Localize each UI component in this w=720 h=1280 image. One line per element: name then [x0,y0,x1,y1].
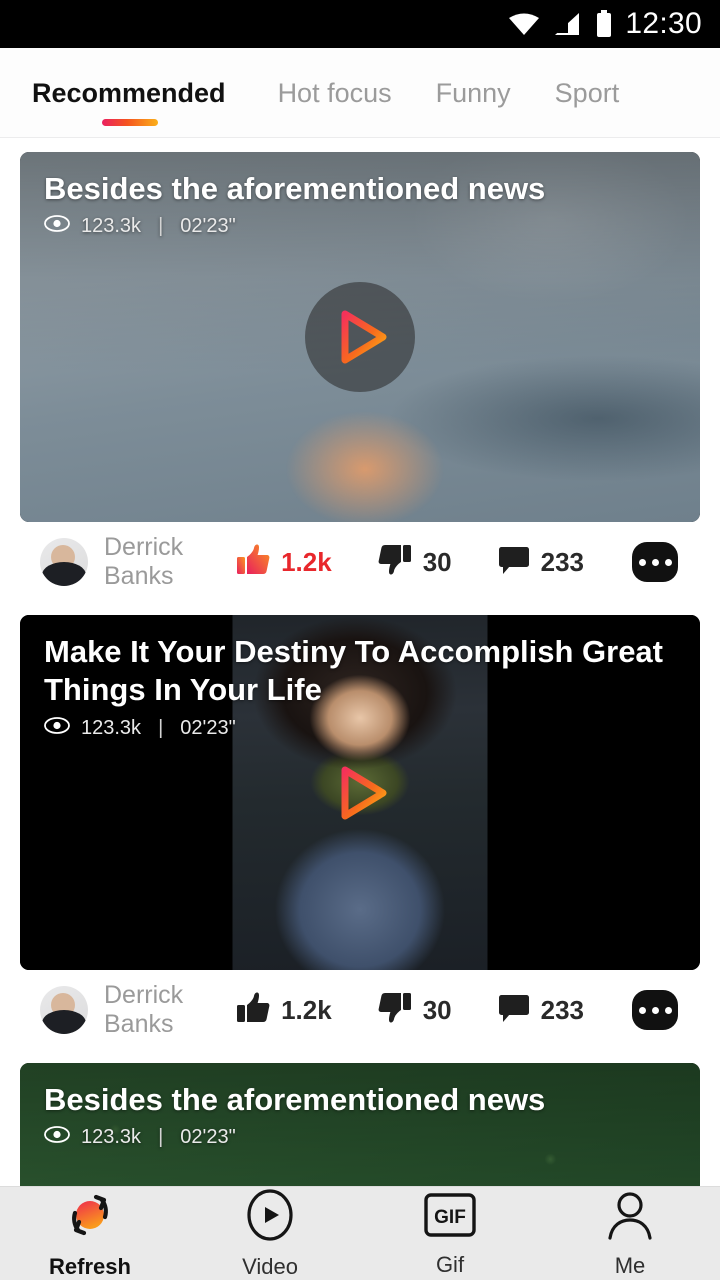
nav-label: Gif [435,1252,465,1277]
nav-label: Refresh [49,1254,131,1279]
view-count: 123.3k [81,1126,142,1149]
video-duration: 02'23" [180,716,236,739]
dislike-count: 30 [422,994,452,1025]
video-meta: 123.3k | 02'23" [44,717,676,740]
card-action-bar: Derrick Banks 1.2k 30 233 [20,522,700,602]
thumbs-down-icon [378,991,412,1029]
card-action-bar: Derrick Banks 1.2k 30 233 [20,970,700,1050]
stats-group: 1.2k 30 233 [190,990,678,1030]
comment-icon [498,545,530,580]
more-dots-icon [651,558,659,566]
eye-icon [44,215,70,238]
nav-label: Me [614,1253,646,1278]
status-bar: 12:30 [0,0,720,48]
like-button[interactable]: 1.2k [236,991,332,1029]
author-block[interactable]: Derrick Banks [40,533,190,591]
author-name: Derrick Banks [104,533,184,590]
more-dots-icon [638,1006,646,1014]
wifi-icon [507,11,541,37]
feed-card[interactable]: Besides the aforementioned news 123.3k |… [0,1050,720,1186]
tab-recommended[interactable]: Recommended [32,48,256,138]
feed-card[interactable]: Make It Your Destiny To Accomplish Great… [0,602,720,1050]
gif-icon: GIF [422,1189,478,1246]
video-thumbnail[interactable]: Besides the aforementioned news 123.3k |… [20,1063,700,1186]
view-count: 123.3k [81,215,142,238]
feed-card[interactable]: Besides the aforementioned news 123.3k |… [0,139,720,602]
video-meta: 123.3k | 02'23" [44,1126,676,1149]
avatar[interactable] [40,538,88,586]
svg-text:GIF: GIF [434,1207,466,1228]
tab-label: Recommended [32,77,226,108]
video-title: Besides the aforementioned news [44,171,546,206]
video-play-circle-icon [243,1187,297,1248]
like-button[interactable]: 1.2k [236,543,332,581]
thumbnail-overlay-text: Besides the aforementioned news 123.3k |… [44,1081,676,1149]
tab-label: Sport [554,77,620,108]
refresh-icon [61,1187,119,1248]
dislike-count: 30 [422,546,452,577]
nav-item-refresh[interactable]: Refresh [0,1187,180,1280]
more-dots-icon [651,1006,659,1014]
video-title: Make It Your Destiny To Accomplish Great… [44,634,664,708]
author-name: Derrick Banks [104,981,184,1038]
thumbnail-overlay-text: Make It Your Destiny To Accomplish Great… [44,633,676,740]
bottom-navigation: Refresh Video GIF Gif Me [0,1186,720,1280]
play-icon [341,310,387,364]
video-duration: 02'23" [180,1126,236,1149]
nav-item-gif[interactable]: GIF Gif [360,1189,540,1278]
comment-count: 233 [540,994,584,1025]
comment-icon [498,993,530,1028]
category-tab-bar: Recommended Hot focus Funny Sport [0,48,720,138]
view-count: 123.3k [81,716,142,739]
author-block[interactable]: Derrick Banks [40,981,190,1039]
status-time: 12:30 [625,7,702,40]
comment-button[interactable]: 233 [498,545,584,580]
nav-item-me[interactable]: Me [540,1188,720,1279]
dislike-button[interactable]: 30 [378,543,452,581]
nav-item-video[interactable]: Video [180,1187,360,1280]
play-icon [341,766,387,819]
signal-icon [553,11,583,37]
like-count: 1.2k [281,994,332,1025]
video-meta: 123.3k | 02'23" [44,215,676,238]
eye-icon [44,716,70,740]
play-button[interactable] [305,738,415,848]
avatar[interactable] [40,986,88,1034]
play-button[interactable] [305,282,415,392]
video-thumbnail[interactable]: Besides the aforementioned news 123.3k |… [20,152,700,522]
thumbs-up-icon [236,991,270,1029]
eye-icon [44,1126,70,1149]
tab-label: Hot focus [277,77,392,108]
more-dots-icon [638,558,646,566]
dislike-button[interactable]: 30 [378,991,452,1029]
meta-separator: | [158,1126,164,1149]
video-feed-list[interactable]: Besides the aforementioned news 123.3k |… [0,139,720,1186]
comment-button[interactable]: 233 [498,993,584,1028]
comment-count: 233 [540,546,584,577]
meta-separator: | [158,716,164,739]
thumbs-up-icon [236,543,270,581]
video-duration: 02'23" [180,215,236,238]
tab-funny[interactable]: Funny [414,48,533,138]
video-thumbnail[interactable]: Make It Your Destiny To Accomplish Great… [20,615,700,970]
like-count: 1.2k [281,546,332,577]
more-dots-icon [664,1006,672,1014]
thumbs-down-icon [378,543,412,581]
tab-hot-focus[interactable]: Hot focus [256,48,414,138]
stats-group: 1.2k 30 233 [190,542,678,582]
nav-label: Video [242,1254,298,1279]
meta-separator: | [158,215,164,238]
more-options-button[interactable] [632,990,678,1030]
thumbnail-overlay-text: Besides the aforementioned news 123.3k |… [44,170,676,238]
active-tab-indicator [101,119,158,126]
more-options-button[interactable] [632,542,678,582]
person-icon [603,1188,657,1247]
video-title: Besides the aforementioned news [44,1082,546,1117]
battery-icon [595,10,613,38]
tab-label: Funny [435,77,511,108]
tab-sport[interactable]: Sport [533,48,642,138]
more-dots-icon [664,558,672,566]
